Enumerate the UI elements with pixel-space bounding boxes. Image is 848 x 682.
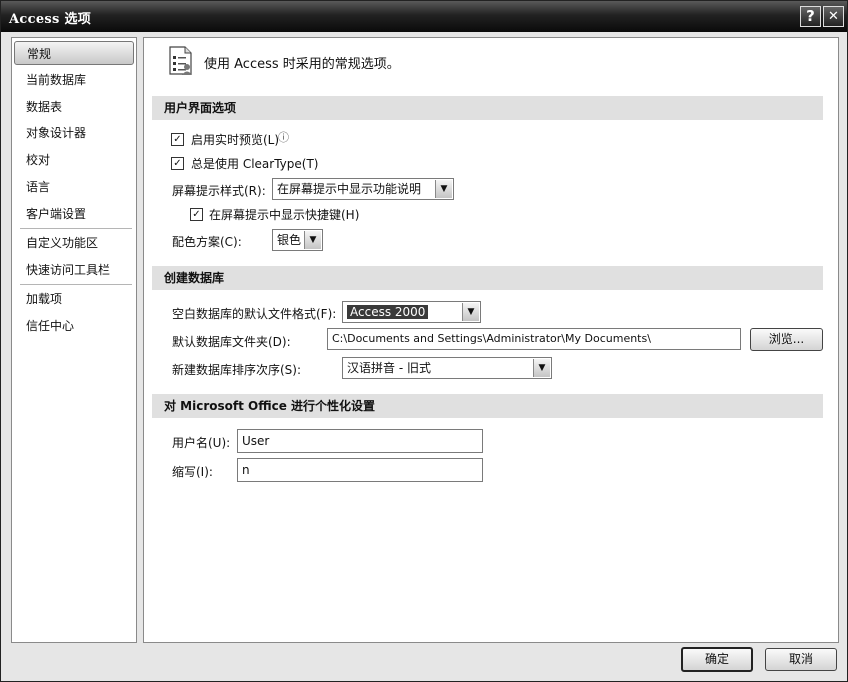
sidebar-item-object-designers[interactable]: 对象设计器 xyxy=(14,121,134,145)
default-format-dropdown[interactable]: Access 2000 ▼ xyxy=(342,301,481,323)
section-create-database: 创建数据库 xyxy=(152,266,823,290)
section-ui-options: 用户界面选项 xyxy=(152,96,823,120)
close-button[interactable]: ✕ xyxy=(823,6,844,27)
sidebar-divider xyxy=(20,284,132,285)
sidebar-item-language[interactable]: 语言 xyxy=(14,175,134,199)
sidebar-item-client-settings[interactable]: 客户端设置 xyxy=(14,202,134,226)
color-scheme-dropdown[interactable]: 银色 ▼ xyxy=(272,229,323,251)
sidebar-item-quick-access-toolbar[interactable]: 快速访问工具栏 xyxy=(14,258,134,282)
chevron-down-icon[interactable]: ▼ xyxy=(304,231,321,249)
sidebar-item-general[interactable]: 常规 xyxy=(14,41,134,65)
info-icon[interactable]: ⓘ xyxy=(278,129,289,145)
sidebar-item-add-ins[interactable]: 加载项 xyxy=(14,287,134,311)
username-input[interactable]: User xyxy=(237,429,483,453)
help-button[interactable]: ? xyxy=(800,6,821,27)
default-folder-input[interactable]: C:\Documents and Settings\Administrator\… xyxy=(327,328,741,350)
default-folder-label: 默认数据库文件夹(D): xyxy=(172,335,291,349)
live-preview-checkbox[interactable]: ✓ xyxy=(171,133,184,146)
chevron-down-icon[interactable]: ▼ xyxy=(435,180,452,198)
color-scheme-label: 配色方案(C): xyxy=(172,235,242,249)
live-preview-label[interactable]: 启用实时预览(L) xyxy=(191,131,279,148)
sidebar-item-current-database[interactable]: 当前数据库 xyxy=(14,68,134,92)
dialog-title: Access 选项 xyxy=(9,12,92,27)
sidebar-divider xyxy=(20,228,132,229)
ok-button[interactable]: 确定 xyxy=(681,647,753,672)
section-personalize-office: 对 Microsoft Office 进行个性化设置 xyxy=(152,394,823,418)
initials-label: 缩写(I): xyxy=(172,465,213,479)
chevron-down-icon[interactable]: ▼ xyxy=(533,359,550,377)
panel-heading: 使用 Access 时采用的常规选项。 xyxy=(204,57,400,72)
chevron-down-icon[interactable]: ▼ xyxy=(462,303,479,321)
color-scheme-value: 银色 xyxy=(277,233,302,247)
options-icon xyxy=(169,46,192,75)
default-format-label: 空白数据库的默认文件格式(F): xyxy=(172,307,337,321)
screentip-style-label: 屏幕提示样式(R): xyxy=(172,184,266,198)
sidebar-item-datasheet[interactable]: 数据表 xyxy=(14,95,134,119)
cancel-button[interactable]: 取消 xyxy=(765,648,837,671)
screentip-style-dropdown[interactable]: 在屏幕提示中显示功能说明 ▼ xyxy=(272,178,454,200)
show-shortcut-label[interactable]: 在屏幕提示中显示快捷键(H) xyxy=(209,206,359,223)
sort-order-value: 汉语拼音 - 旧式 xyxy=(347,361,431,375)
sort-order-label: 新建数据库排序次序(S): xyxy=(172,363,302,377)
username-label: 用户名(U): xyxy=(172,436,231,450)
sidebar-item-trust-center[interactable]: 信任中心 xyxy=(14,314,134,338)
title-bar: Access 选项 ? ✕ xyxy=(1,1,847,32)
general-options-panel: 使用 Access 时采用的常规选项。 用户界面选项 ✓ 启用实时预览(L) ⓘ… xyxy=(143,37,839,643)
cleartype-checkbox[interactable]: ✓ xyxy=(171,157,184,170)
screentip-style-value: 在屏幕提示中显示功能说明 xyxy=(277,182,422,196)
sidebar-item-proofing[interactable]: 校对 xyxy=(14,148,134,172)
cleartype-label[interactable]: 总是使用 ClearType(T) xyxy=(191,155,318,172)
browse-button[interactable]: 浏览... xyxy=(750,328,823,351)
access-options-dialog: Access 选项 ? ✕ 常规 当前数据库 数据表 对象设计器 校对 语言 客… xyxy=(0,0,848,682)
show-shortcut-checkbox[interactable]: ✓ xyxy=(190,208,203,221)
sidebar-item-customize-ribbon[interactable]: 自定义功能区 xyxy=(14,231,134,255)
category-sidebar: 常规 当前数据库 数据表 对象设计器 校对 语言 客户端设置 自定义功能区 快速… xyxy=(11,37,137,643)
initials-input[interactable]: n xyxy=(237,458,483,482)
default-format-value: Access 2000 xyxy=(347,305,429,319)
sort-order-dropdown[interactable]: 汉语拼音 - 旧式 ▼ xyxy=(342,357,552,379)
